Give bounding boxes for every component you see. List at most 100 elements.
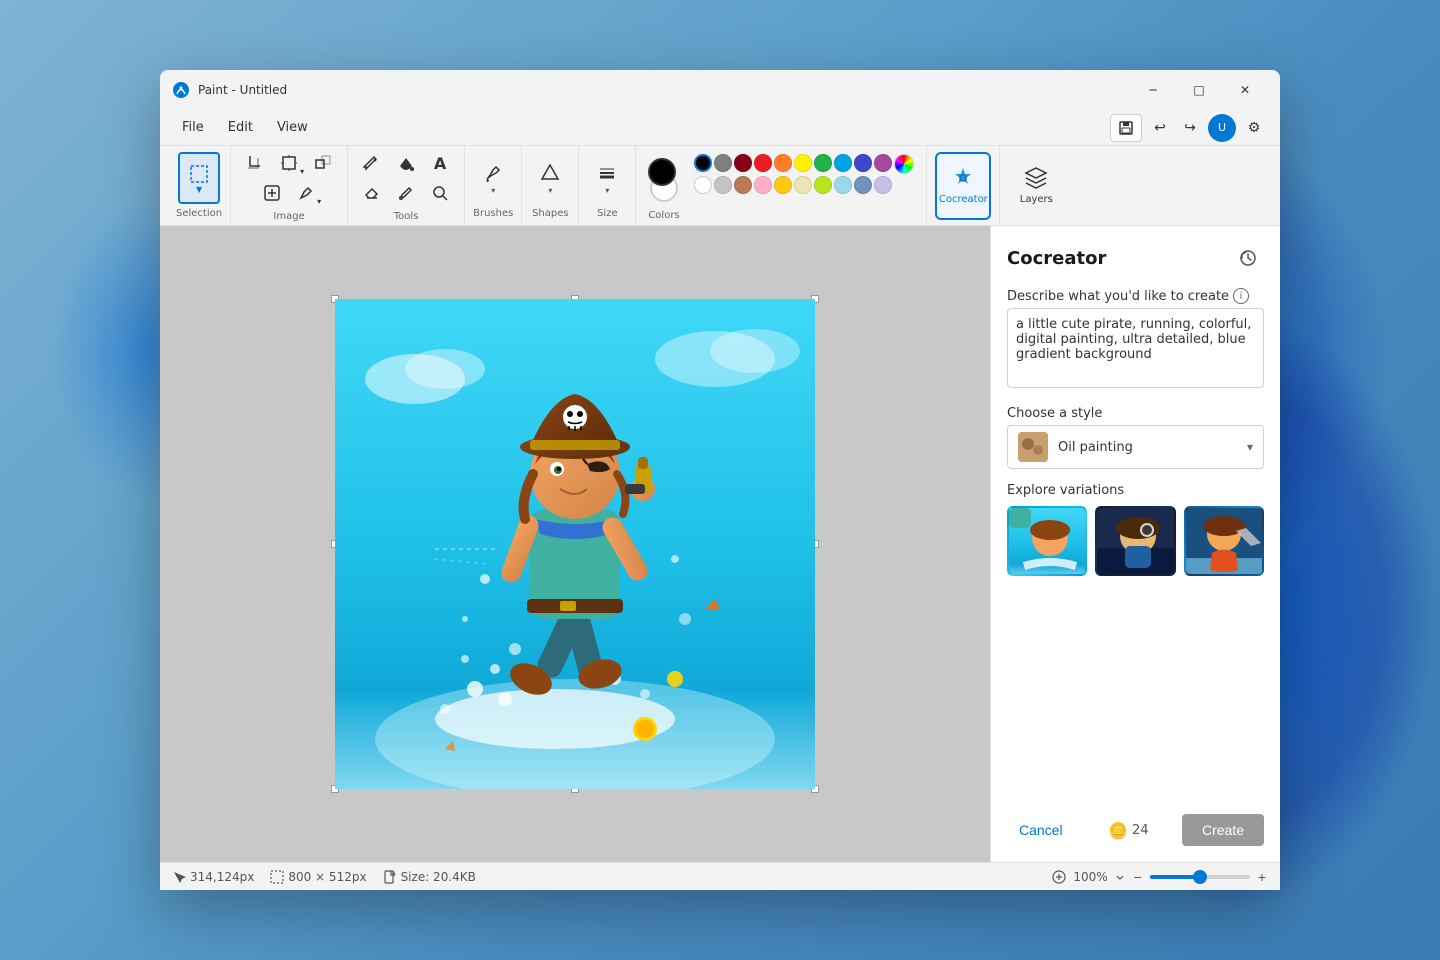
transform-tool[interactable]: ▾ <box>273 149 305 177</box>
size-label: Size <box>597 208 618 219</box>
style-chevron-icon: ▾ <box>1247 440 1253 454</box>
prompt-textarea[interactable]: a little cute pirate, running, colorful,… <box>1007 308 1264 388</box>
dropdown-arrow2: ▾ <box>317 197 321 206</box>
color-pink[interactable] <box>754 176 772 194</box>
undo-redo-group: ↩ ↪ <box>1146 114 1204 142</box>
info-icon[interactable]: i <box>1233 288 1249 304</box>
size-text: Size: 20.4KB <box>401 870 476 884</box>
color-white[interactable] <box>694 176 712 194</box>
variation-2[interactable] <box>1095 506 1175 576</box>
fill-icon <box>397 154 415 172</box>
fill-tool[interactable] <box>390 149 422 177</box>
select-tool-2[interactable]: ▾ <box>290 179 322 207</box>
size-tool[interactable]: ▾ <box>587 152 627 204</box>
zoom-slider[interactable] <box>1150 875 1250 879</box>
brushes-group: ▾ Brushes <box>465 146 522 225</box>
statusbar: 314,124px 800 × 512px Size: 20.4KB 100% <box>160 862 1280 890</box>
eyedropper-icon <box>397 184 415 202</box>
color-blue[interactable] <box>834 154 852 172</box>
close-button[interactable]: ✕ <box>1222 74 1268 106</box>
color-yellow[interactable] <box>794 154 812 172</box>
brushes-tool[interactable]: ▾ <box>473 152 513 204</box>
color-black[interactable] <box>694 154 712 172</box>
lasso-icon <box>297 184 315 202</box>
profile-button[interactable]: U <box>1208 114 1236 142</box>
magnify-tool[interactable] <box>424 179 456 207</box>
cancel-button[interactable]: Cancel <box>1007 814 1075 846</box>
save-button[interactable] <box>1110 114 1142 142</box>
color-navy[interactable] <box>854 154 872 172</box>
color-darkred[interactable] <box>734 154 752 172</box>
maximize-button[interactable]: □ <box>1176 74 1222 106</box>
shapes-dropdown: ▾ <box>548 186 552 195</box>
filesize-icon <box>383 870 397 884</box>
pencil-tool[interactable] <box>356 149 388 177</box>
size-icon <box>596 162 618 184</box>
create-button[interactable]: Create <box>1182 814 1264 846</box>
cocreator-toolbar-label: Cocreator <box>939 194 988 205</box>
color-gray[interactable] <box>714 154 732 172</box>
layers-button[interactable]: Layers <box>1008 152 1064 220</box>
menu-edit[interactable]: Edit <box>218 116 263 139</box>
history-button[interactable] <box>1232 242 1264 274</box>
minimize-button[interactable]: ─ <box>1130 74 1176 106</box>
selection-tool[interactable]: ▼ <box>178 152 220 204</box>
variation-1[interactable] <box>1007 506 1087 576</box>
credits-count: 24 <box>1132 823 1149 838</box>
image-tool-row1: ▾ <box>239 149 339 177</box>
color-cream[interactable] <box>794 176 812 194</box>
canvas-artwork[interactable] <box>335 299 815 789</box>
shapes-tool[interactable]: ▾ <box>530 152 570 204</box>
crop-tool[interactable] <box>239 149 271 177</box>
zoom-slider-thumb[interactable] <box>1193 870 1207 884</box>
undo-button[interactable]: ↩ <box>1146 114 1174 142</box>
color-picker-tool[interactable] <box>390 179 422 207</box>
resize-tool[interactable] <box>307 149 339 177</box>
zoom-out-button[interactable]: − <box>1132 869 1144 885</box>
colors-group: Colors <box>636 146 927 225</box>
canvas-area[interactable] <box>160 226 990 862</box>
coords-text: 314,124px <box>190 870 254 884</box>
shapes-group: ▾ Shapes <box>522 146 579 225</box>
variations-label: Explore variations <box>1007 483 1264 498</box>
color-red[interactable] <box>754 154 772 172</box>
layers-toolbar-label: Layers <box>1020 194 1053 205</box>
variation-3[interactable] <box>1184 506 1264 576</box>
color-lime[interactable] <box>814 176 832 194</box>
color-purple[interactable] <box>874 154 892 172</box>
layers-icon <box>1024 166 1048 190</box>
variation-3-art <box>1186 508 1264 576</box>
color-steelblue[interactable] <box>854 176 872 194</box>
color-green[interactable] <box>814 154 832 172</box>
eraser-tool[interactable] <box>356 179 388 207</box>
style-dropdown[interactable]: Oil painting ▾ <box>1007 425 1264 469</box>
color-lightblue[interactable] <box>834 176 852 194</box>
panel-title: Cocreator <box>1007 248 1106 269</box>
color-rainbow[interactable] <box>894 154 914 174</box>
main-area: Cocreator Describe what you'd like to cr… <box>160 226 1280 862</box>
settings-button[interactable]: ⚙ <box>1240 114 1268 142</box>
magnify-icon <box>431 184 449 202</box>
cocreator-panel: Cocreator Describe what you'd like to cr… <box>990 226 1280 862</box>
color-brown[interactable] <box>734 176 752 194</box>
color-gold[interactable] <box>774 176 792 194</box>
zoom-in-button[interactable]: + <box>1256 869 1268 885</box>
redo-button[interactable]: ↪ <box>1176 114 1204 142</box>
main-window: Paint - Untitled ─ □ ✕ File Edit View ↩ … <box>160 70 1280 890</box>
style-value: Oil painting <box>1058 440 1237 455</box>
cursor-position: 314,124px <box>172 870 254 884</box>
menu-view[interactable]: View <box>267 116 318 139</box>
cocreator-button[interactable]: Cocreator <box>935 152 991 220</box>
tools-group: A <box>348 146 465 225</box>
style-section: Choose a style Oil painting ▾ <box>1007 406 1264 469</box>
credits-icon: 🪙 <box>1108 821 1128 840</box>
color-orange[interactable] <box>774 154 792 172</box>
color-lightgray[interactable] <box>714 176 732 194</box>
text-tool[interactable]: A <box>424 149 456 177</box>
credits-area: 🪙 24 <box>1108 821 1148 840</box>
color-lavender[interactable] <box>874 176 892 194</box>
menu-file[interactable]: File <box>172 116 214 139</box>
erase-bg-tool[interactable] <box>256 179 288 207</box>
image-tool-row2: ▾ <box>256 179 322 207</box>
cocreator-icon <box>951 166 975 190</box>
